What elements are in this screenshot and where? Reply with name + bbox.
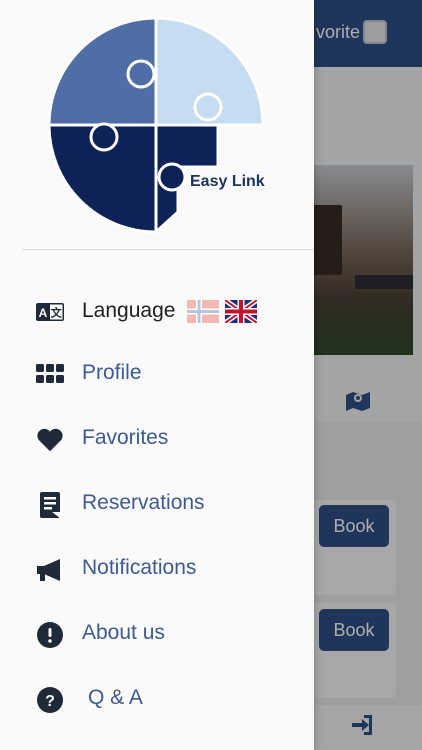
language-flags [187,300,257,323]
menu-item-reservations[interactable]: Reservations [0,479,314,529]
puzzle-logo-icon [48,17,265,235]
translate-icon: A 文 [36,298,64,326]
exclamation-circle-icon [36,621,64,649]
svg-text:文: 文 [51,306,63,320]
menu-label-notifications: Notifications [82,556,197,579]
menu-label-about-us: About us [82,621,165,644]
svg-text:A: A [39,306,48,320]
menu-item-favorites[interactable]: Favorites [0,414,314,464]
menu-label-favorites: Favorites [82,426,169,449]
document-icon [36,491,64,519]
menu-label-language: Language [82,299,176,322]
heart-icon [36,426,64,454]
menu-item-profile[interactable]: Profile [0,349,314,399]
menu-item-notifications[interactable]: Notifications [0,544,314,594]
question-circle-icon: ? [36,686,64,714]
norway-flag-icon[interactable] [187,300,219,323]
menu-item-about-us[interactable]: About us [0,609,314,659]
megaphone-icon [36,556,64,584]
logo-text: Easy Link [190,173,265,190]
grid-icon [36,360,64,388]
svg-text:?: ? [45,693,55,710]
drawer-divider [22,249,314,250]
navigation-drawer: Easy Link A 文 Language Profile Favorites… [0,0,314,750]
menu-label-qa: Q & A [88,686,143,709]
menu-label-reservations: Reservations [82,491,205,514]
menu-item-qa[interactable]: ? Q & A [0,674,314,724]
menu-label-profile: Profile [82,361,142,384]
uk-flag-icon[interactable] [225,300,257,323]
menu-item-language[interactable]: A 文 Language [0,287,314,337]
